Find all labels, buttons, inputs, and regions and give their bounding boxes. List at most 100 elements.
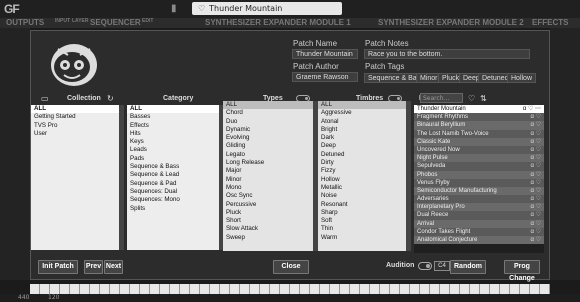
list-item[interactable]: Thin [318, 225, 406, 233]
list-item[interactable]: Bright [318, 126, 406, 134]
list-item[interactable]: User [31, 130, 119, 138]
patch-row[interactable]: The Lost Namib Two-Voice α ♡ [414, 129, 544, 138]
patch-row[interactable]: Uncovered Now α ♡ [414, 145, 544, 155]
list-item[interactable]: ALL [31, 105, 119, 114]
row-actions-icon[interactable]: α ♡ [530, 211, 541, 219]
heart-icon[interactable]: ♡ [468, 94, 475, 103]
list-item[interactable]: Percussive [223, 201, 313, 209]
patch-row[interactable]: Night Pulse α ♡ [414, 154, 544, 163]
list-item[interactable]: TVS Pro [31, 122, 119, 130]
sort-icon[interactable]: ⇅ [480, 94, 487, 103]
list-item[interactable]: Gliding [223, 142, 313, 150]
list-item[interactable]: Duo [223, 118, 313, 126]
list-item[interactable]: Osc Sync [223, 192, 313, 200]
list-item[interactable]: Noise [318, 192, 406, 200]
list-item[interactable]: Chord [223, 109, 313, 117]
list-item[interactable]: Dark [318, 134, 406, 142]
list-item[interactable]: Deep [318, 142, 406, 150]
collection-scrollbar[interactable] [119, 105, 124, 250]
list-item[interactable]: ALL [318, 101, 406, 110]
list-item[interactable]: Effects [127, 122, 219, 130]
init-patch-button[interactable]: Init Patch [38, 260, 78, 274]
patch-row[interactable]: Dual Reece α ♡ [414, 211, 544, 220]
list-item[interactable]: Basses [127, 113, 219, 121]
row-actions-icon[interactable]: α ♡ [530, 187, 541, 195]
patch-row[interactable]: Venus Flyby α ♡ [414, 178, 544, 187]
patch-notes-field[interactable]: Race you to the bottom. [364, 49, 530, 59]
patch-row[interactable]: Phobos α ♡ [414, 170, 544, 179]
patch-row[interactable]: Semiconductor Manufacturing α ♡ [414, 186, 544, 196]
row-actions-icon[interactable]: α ♡ [530, 195, 541, 203]
patch-row[interactable]: Fragment Rhythms α ♡ [414, 113, 544, 122]
refresh-icon[interactable]: ↻ [107, 94, 114, 103]
patch-author-field[interactable]: Graeme Rawson [292, 72, 358, 82]
timbres-scrollbar[interactable] [406, 101, 411, 251]
prog-change-button[interactable]: Prog Change [504, 260, 540, 282]
list-item[interactable]: Legato [223, 151, 313, 159]
patch-row[interactable]: Interplanetary Pro α ♡ [414, 203, 544, 212]
list-item[interactable]: Pluck [223, 209, 313, 217]
menu-icon[interactable]: ▮ [171, 3, 177, 14]
list-item[interactable]: Fizzy [318, 167, 406, 175]
list-item[interactable]: Getting Started [31, 113, 119, 121]
patch-tag[interactable]: Hollow [507, 73, 537, 83]
list-item[interactable]: Sharp [318, 209, 406, 217]
close-button[interactable]: Close [273, 260, 309, 274]
row-actions-icon[interactable]: α ♡ [530, 162, 541, 170]
list-item[interactable]: ALL [127, 105, 219, 114]
patch-row[interactable]: Adversaries α ♡ [414, 195, 544, 204]
random-button[interactable]: Random [450, 260, 486, 274]
list-item[interactable]: Detuned [318, 151, 406, 159]
patch-row[interactable]: Binaural Beryllium α ♡ [414, 121, 544, 130]
list-item[interactable]: Leads [127, 146, 219, 154]
row-actions-icon[interactable]: α ♡ ⋯ [523, 105, 541, 113]
row-actions-icon[interactable]: α ♡ [530, 179, 541, 187]
list-item[interactable]: Sequences: Dual [127, 188, 219, 196]
list-item[interactable]: Long Release [223, 159, 313, 167]
heart-icon[interactable]: ♡ [198, 4, 205, 13]
list-item[interactable]: Sequence & Bass [127, 163, 219, 171]
list-item[interactable]: Keys [127, 138, 219, 146]
list-item[interactable]: Dirty [318, 159, 406, 167]
list-item[interactable]: Hits [127, 130, 219, 138]
list-item[interactable]: Sequence & Lead [127, 171, 219, 179]
row-actions-icon[interactable]: α ♡ [530, 171, 541, 179]
list-item[interactable]: Sequence & Pad [127, 180, 219, 188]
list-item[interactable]: Mono [223, 184, 313, 192]
row-actions-icon[interactable]: α ♡ [530, 113, 541, 121]
list-item[interactable]: Dynamic [223, 126, 313, 134]
list-item[interactable]: Splits [127, 205, 219, 213]
list-item[interactable]: Slow Attack [223, 225, 313, 233]
patch-search-bar[interactable]: ♡ Thunder Mountain [192, 2, 342, 15]
row-actions-icon[interactable]: α ♡ [530, 154, 541, 162]
row-actions-icon[interactable]: α ♡ [530, 138, 541, 146]
patch-name-field[interactable]: Thunder Mountain [292, 49, 358, 59]
patch-search-input[interactable]: Search... [420, 93, 463, 103]
list-item[interactable]: Atonal [318, 118, 406, 126]
folder-icon[interactable]: ▭ [41, 94, 49, 103]
piano-keyboard[interactable] [30, 284, 550, 294]
patch-row[interactable]: Sepulveda α ♡ [414, 162, 544, 171]
list-item[interactable]: ALL [223, 101, 313, 110]
audition-note-selector[interactable]: C4 [434, 261, 450, 271]
patch-row[interactable]: Condor Takes Flight α ♡ [414, 227, 544, 236]
prev-button[interactable]: Prev [84, 260, 103, 274]
list-item[interactable]: Aggressive [318, 109, 406, 117]
audition-toggle[interactable] [418, 262, 432, 270]
row-actions-icon[interactable]: α ♡ [530, 130, 541, 138]
list-item[interactable]: Resonant [318, 201, 406, 209]
patch-row[interactable]: Anatomical Conjecture α ♡ [414, 236, 544, 245]
patch-row[interactable]: Arrival α ♡ [414, 219, 544, 228]
list-item[interactable]: Soft [318, 217, 406, 225]
list-item[interactable]: Major [223, 167, 313, 175]
list-item[interactable]: Metallic [318, 184, 406, 192]
list-item[interactable]: Sweep [223, 234, 313, 242]
row-actions-icon[interactable]: α ♡ [530, 236, 541, 244]
list-item[interactable]: Sequences: Mono [127, 196, 219, 204]
patch-row[interactable]: Thunder Mountain α ♡ ⋯ [414, 105, 544, 114]
patch-row[interactable]: Classic Kate α ♡ [414, 137, 544, 146]
row-actions-icon[interactable]: α ♡ [530, 146, 541, 154]
row-actions-icon[interactable]: α ♡ [530, 203, 541, 211]
row-actions-icon[interactable]: α ♡ [530, 220, 541, 228]
list-item[interactable]: Hollow [318, 176, 406, 184]
